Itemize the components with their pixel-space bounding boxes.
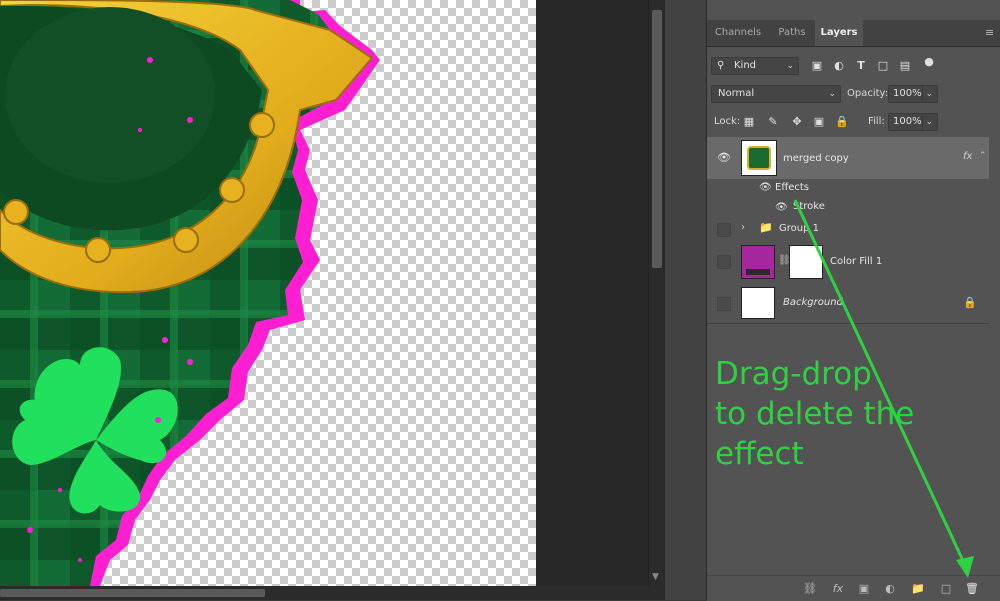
annotation-line: Drag-drop bbox=[715, 356, 872, 392]
annotation-line: to delete the bbox=[715, 396, 915, 432]
drag-drop-annotation-text: Drag-drop to delete the effect bbox=[715, 354, 914, 474]
drag-arrow-annotation bbox=[793, 199, 974, 578]
annotation-line: effect bbox=[715, 436, 804, 472]
